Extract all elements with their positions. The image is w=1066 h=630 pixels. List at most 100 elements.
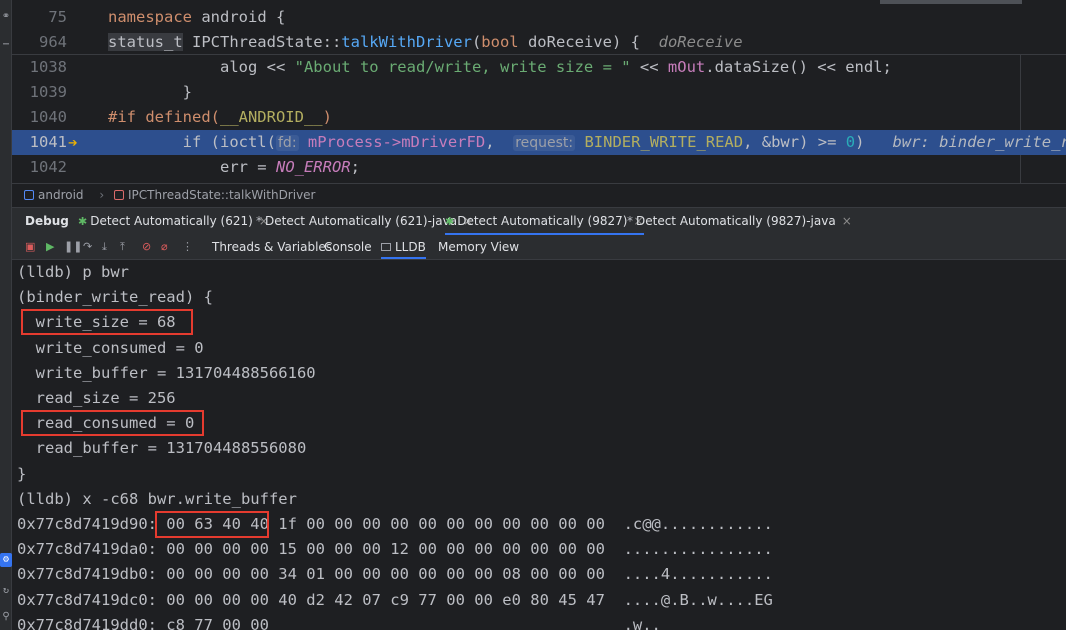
close-icon[interactable]: × [842,214,852,228]
code-text[interactable]: if (ioctl(fd: mProcess->mDriverFD, reque… [108,130,1066,156]
console-output-line: write_consumed = 0 [17,338,204,357]
code-token: bool [481,33,519,51]
debug-tool-window-header: Debug ✱ Detect Automatically (621) × * Dete… [12,207,1066,235]
code-text[interactable]: } [108,80,192,105]
line-number[interactable]: 1038 [12,55,67,80]
highlight-box-read-consumed [21,410,204,436]
code-token: "About to read/write, write size = " [294,58,631,76]
pause-icon[interactable]: ❚❚ [64,235,82,259]
plugin-icon[interactable]: ⚲ [0,610,12,624]
debug-session-icon: ✱ [445,215,455,228]
tab-threads-variables[interactable]: Threads & Variables [212,235,332,259]
code-text[interactable]: alog << "About to read/write, write size… [108,55,892,80]
code-line[interactable]: 964 status_t IPCThreadState::talkWithDriv… [12,30,1066,55]
code-line[interactable]: 75 namespace android { [12,5,1066,30]
console-output-line: 0x77c8d7419da0: 00 00 00 00 15 00 00 00 … [17,540,773,559]
code-token: doReceive) { [518,33,659,51]
breadcrumb-item-function[interactable]: IPCThreadState::talkWithDriver [114,188,321,202]
session-tab[interactable]: ✱ Detect Automatically (621) × [78,208,269,235]
execution-point-arrow-icon: ➔ [68,133,78,152]
highlight-box-command-bytes [155,511,269,538]
code-token: mOut [667,58,706,76]
session-tab[interactable]: * Detect Automatically (621)-java × [256,208,473,235]
line-number[interactable]: 1041 [12,130,67,155]
code-text[interactable]: #if defined(__ANDROID__) [108,105,332,130]
debug-toolbar: ▣ ▶ ❚❚ ↷ ⤓ ⤒ ⊘ ⌀ ⋮ Threads & Variables C… [12,235,1066,260]
code-token: } [108,83,192,101]
code-token: status_t [108,33,183,51]
code-text[interactable]: err = NO_ERROR; [108,155,360,180]
code-token: __ANDROID__ [219,108,323,126]
code-token: IPCThreadState:: [182,33,342,51]
namespace-icon [24,190,34,200]
inline-debug-value: doReceive [658,33,743,51]
breadcrumb-item-namespace[interactable]: android [24,188,90,202]
code-token: talkWithDriver [341,33,472,51]
code-text[interactable]: namespace android { [108,5,285,30]
debug-icon[interactable]: ⚙ [0,553,12,567]
breakpoints-icon[interactable]: ⊘ [142,235,151,259]
step-over-icon[interactable]: ↷ [83,235,92,259]
code-token: , [485,133,514,151]
step-into-icon[interactable]: ⤓ [102,235,107,259]
console-output-line: (binder_write_read) { [17,288,213,307]
code-token: alog << [108,58,295,76]
tab-lldb[interactable]: LLDB [381,235,426,259]
line-number[interactable]: 75 [12,5,67,30]
highlight-box-write-size [21,309,193,335]
code-line[interactable]: 1039 } [12,80,1066,105]
console-output-line: 0x77c8d7419dd0: c8 77 00 00 .w.. [17,615,661,630]
console-output-line: 0x77c8d7419dc0: 00 00 00 00 40 d2 42 07 … [17,590,773,609]
code-token: ) [322,108,332,126]
more-options-icon[interactable]: ⋮ [182,235,193,259]
code-token: ; [350,158,360,176]
code-token: ) [855,133,893,151]
inline-debug-value: bwr: binder_write_read [892,133,1066,151]
code-line[interactable]: 1042 err = NO_ERROR; [12,155,1066,180]
code-token: ( [471,33,482,51]
structure-icon[interactable]: ⚭ [0,10,12,24]
session-tab[interactable]: * Detect Automatically (9827)-java × [627,208,852,235]
sticky-lines-separator [12,54,1066,55]
stop-icon[interactable]: ▣ [25,235,35,259]
lldb-command-line: (lldb) p bwr [17,263,129,281]
code-token: android { [192,8,286,26]
refresh-icon[interactable]: ↻ [0,584,12,598]
line-number[interactable]: 1040 [12,105,67,130]
console-output-line: read_buffer = 131704488556080 [17,439,307,458]
tab-console[interactable]: Console [324,235,372,259]
parameter-hint: fd: [276,135,299,151]
step-out-icon[interactable]: ⤒ [120,235,125,259]
code-token: BINDER_WRITE_READ [575,133,744,151]
left-tool-strip: ⚭ ⋯ ⚙ ↻ ⚲ [0,0,12,630]
current-execution-line[interactable]: 1041 ➔ if (ioctl(fd: mProcess->mDriverFD,… [12,130,1066,155]
lldb-console[interactable]: (lldb) p bwr (binder_write_read) { write_… [12,260,1066,630]
code-token: NO_ERROR [275,158,351,176]
code-token: 0 [845,133,856,151]
code-token: , &bwr) >= [743,133,846,151]
line-number[interactable]: 1042 [12,155,67,180]
code-token: << [630,58,668,76]
line-number[interactable]: 1039 [12,80,67,105]
horizontal-scrollbar[interactable] [880,0,1022,4]
code-line[interactable]: 1040 #if defined(__ANDROID__) [12,105,1066,130]
code-token: ioctl [219,133,267,151]
code-token: ( [266,133,276,151]
tab-memory-view[interactable]: Memory View [438,235,519,259]
parameter-hint: request: [513,135,576,151]
code-token: if ( [108,133,220,151]
code-editor[interactable]: 75 namespace android { 964 status_t IPCThre… [12,0,1066,183]
code-text[interactable]: status_t IPCThreadState::talkWithDriver(… [108,30,743,55]
mute-breakpoints-icon[interactable]: ⌀ [161,235,168,259]
lldb-command-line: (lldb) x -c68 bwr.write_buffer [17,489,297,508]
code-line[interactable]: 1038 alog << "About to read/write, write… [12,55,1066,80]
session-tab-active[interactable]: ✱ Detect Automatically (9827) × [445,208,644,235]
more-icon[interactable]: ⋯ [0,38,12,52]
breadcrumb-separator: › [99,188,105,202]
code-token: namespace [108,8,192,26]
terminal-icon [381,243,391,251]
line-number[interactable]: 964 [12,30,67,55]
breadcrumb: android › IPCThreadState::talkWithDriver [12,183,1066,207]
console-output-line: } [17,464,27,483]
resume-icon[interactable]: ▶ [46,235,54,259]
